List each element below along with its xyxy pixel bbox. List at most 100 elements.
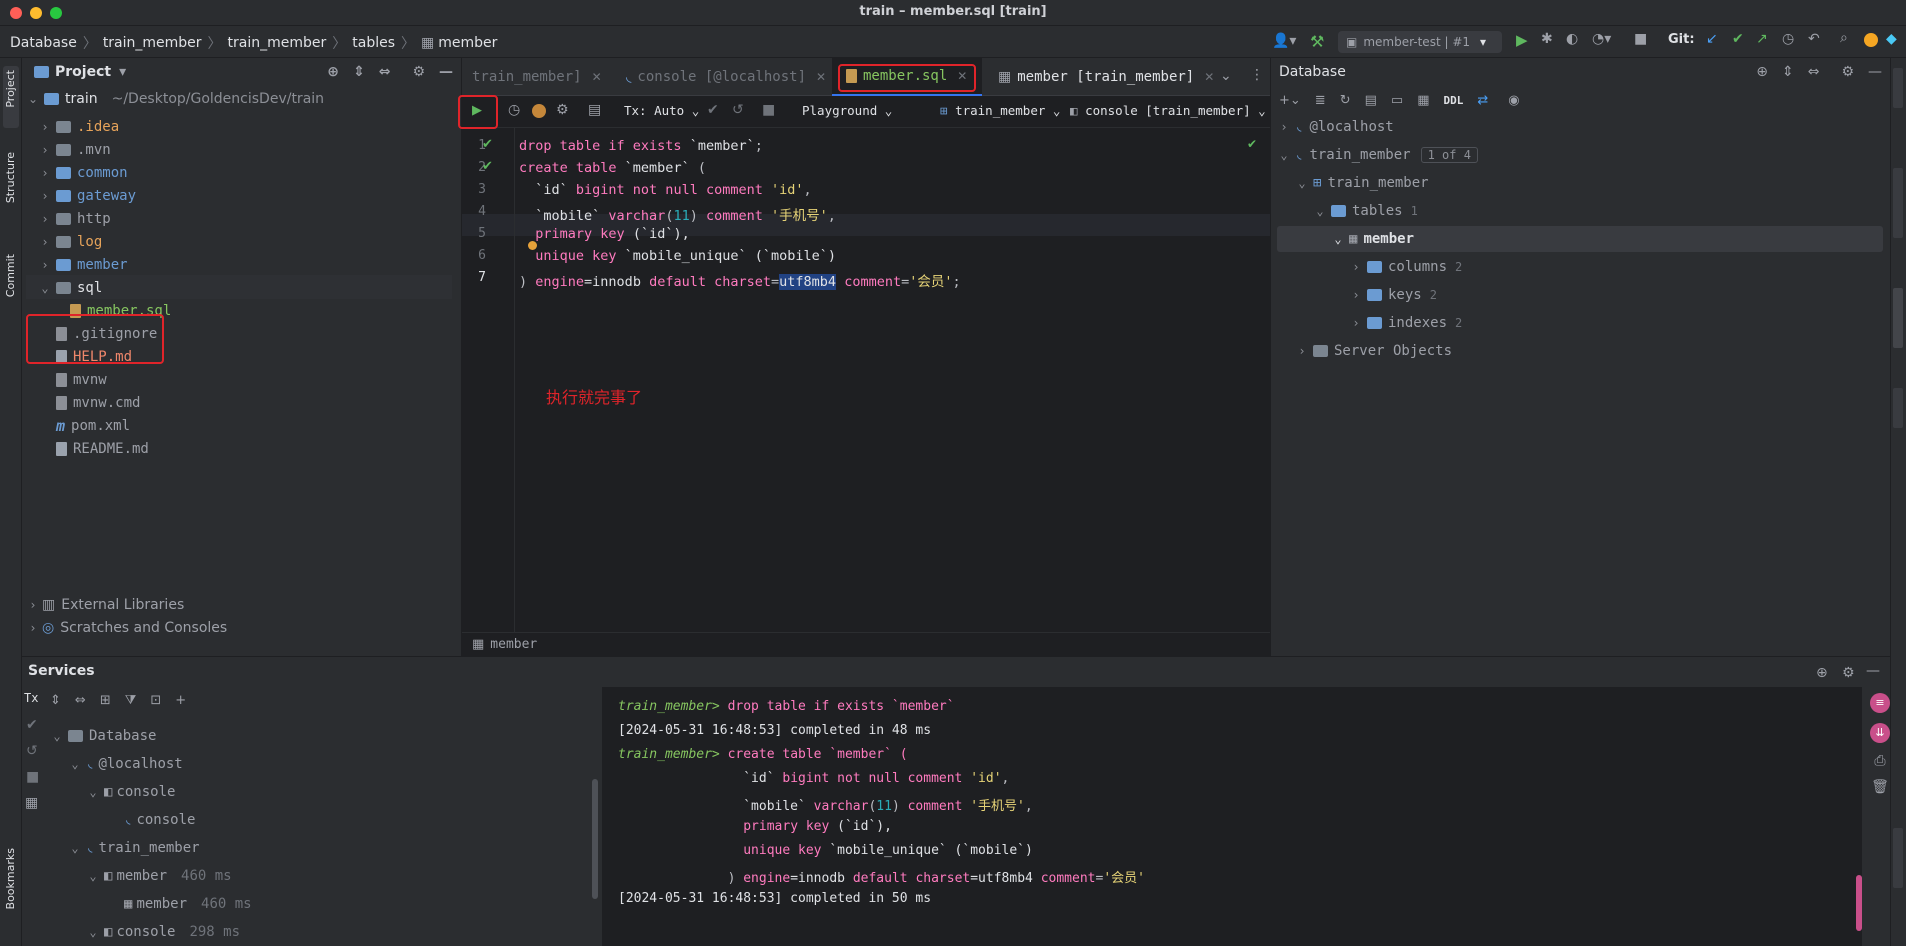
breadcrumb-item-schema[interactable]: train_member [228, 35, 327, 51]
chevron-right-icon[interactable]: › [38, 120, 52, 134]
chevron-right-icon[interactable]: › [38, 189, 52, 203]
chevron-down-icon[interactable]: ⌄ [86, 869, 100, 883]
database-tool-button[interactable] [1893, 288, 1903, 348]
search-icon[interactable]: ⌕ [1840, 30, 1848, 46]
chevron-down-icon[interactable]: ⌄ [26, 92, 40, 106]
run-icon[interactable]: ▶ [1516, 31, 1528, 49]
playground-selector[interactable]: Playground ⌄ [802, 103, 892, 118]
gear-icon[interactable]: ⚙ [1841, 64, 1854, 80]
console-output[interactable]: train_member> drop table if exists `memb… [602, 687, 1862, 946]
expand-all-icon[interactable]: ⇕ [1782, 64, 1794, 80]
run-configuration-selector[interactable]: ▣ member-test | #1 ▾ [1338, 31, 1502, 53]
locate-icon[interactable]: ⊕ [327, 64, 339, 80]
debug-icon[interactable]: ✱ [1541, 31, 1553, 47]
editor-breadcrumb-member[interactable]: member [490, 637, 537, 652]
data-source-properties-icon[interactable]: ≣ [1315, 93, 1326, 108]
diagram-icon[interactable]: ⇄ [1477, 93, 1488, 108]
breadcrumb-item-member[interactable]: member [438, 35, 497, 51]
chevron-right-icon[interactable]: › [38, 258, 52, 272]
scroll-to-end-icon[interactable]: ⇊ [1870, 723, 1890, 743]
chevron-right-icon[interactable]: › [38, 212, 52, 226]
chevron-right-icon[interactable]: › [38, 166, 52, 180]
chevron-down-icon[interactable]: ▾ [119, 64, 126, 80]
tree-item-scratches[interactable]: › ◎ Scratches and Consoles [26, 615, 228, 641]
chevron-down-icon[interactable]: ⌄ [1277, 148, 1291, 162]
services-title[interactable]: Services [28, 663, 95, 679]
services-item-member-table[interactable]: ▦ member 460 ms [120, 891, 252, 917]
notifications-tool-button[interactable] [1893, 828, 1903, 888]
tree-item-member-table[interactable]: ⌄ ▦ member [1331, 226, 1414, 252]
services-item-localhost[interactable]: ⌄ ◟ @localhost [68, 751, 182, 777]
tree-item-columns[interactable]: › columns 2 [1349, 254, 1462, 280]
services-item-console-child[interactable]: ◟ console [120, 807, 195, 833]
chevron-right-icon[interactable]: › [26, 598, 40, 612]
stop-icon[interactable]: ■ [26, 769, 39, 785]
update-icon[interactable] [1864, 33, 1878, 47]
commit-tool-label[interactable]: Commit [4, 254, 17, 297]
chevron-right-icon[interactable]: › [1295, 344, 1309, 358]
chevron-right-icon[interactable]: › [26, 621, 40, 635]
rollback-icon[interactable]: ↶ [1808, 31, 1820, 47]
chevron-down-icon[interactable]: ⌄ [86, 925, 100, 939]
gear-icon[interactable]: ⚙ [1842, 665, 1855, 681]
endpoints-tool-button[interactable] [1893, 68, 1903, 108]
profile-icon[interactable]: ◔▾ [1592, 31, 1611, 47]
more-options-icon[interactable]: ⋮ [1250, 67, 1264, 83]
jump-to-console-icon[interactable]: ▭ [1391, 93, 1403, 108]
history-icon[interactable]: ◷ [508, 102, 520, 118]
chevron-down-icon[interactable]: ⌄ [1331, 232, 1345, 246]
git-push-icon[interactable]: ↗ [1756, 31, 1768, 47]
tab-list-chevron-icon[interactable]: ⌄ [1220, 68, 1232, 84]
chevron-down-icon[interactable]: ⌄ [38, 281, 52, 295]
git-commit-icon[interactable]: ✔ [1732, 31, 1744, 47]
locate-icon[interactable]: ⊕ [1756, 64, 1768, 80]
table-editor-icon[interactable]: ▦ [1417, 93, 1429, 108]
services-item-console2[interactable]: ⌄ ◧ console 298 ms [86, 919, 240, 945]
add-icon[interactable]: + [175, 693, 186, 708]
code-area[interactable]: 1 2 3 4 5 6 7 ✔ ✔ ✔ drop table if exists… [462, 128, 1270, 632]
wrench-icon[interactable]: ⚙ [556, 102, 569, 118]
tab-train-member-console[interactable]: train_member] ✕ [462, 58, 612, 96]
rollback-icon[interactable]: ↺ [732, 102, 744, 118]
group-icon[interactable]: ⊞ [100, 693, 111, 708]
chevron-right-icon[interactable]: › [1349, 260, 1363, 274]
commit-check-icon[interactable]: ✔ [707, 102, 719, 118]
collapse-all-icon[interactable]: ⇔ [1808, 64, 1820, 80]
commit-check-icon[interactable]: ✔ [26, 717, 38, 733]
chevron-right-icon[interactable]: › [38, 235, 52, 249]
tree-item-keys[interactable]: › keys 2 [1349, 282, 1437, 308]
tab-member-table[interactable]: ▦ member [train_member] ✕ [986, 58, 1214, 96]
services-tree-scrollbar[interactable] [592, 779, 598, 899]
chevron-down-icon[interactable]: ⌄ [50, 729, 64, 743]
collapse-all-icon[interactable]: ⇔ [379, 64, 391, 80]
chevron-right-icon[interactable]: › [1277, 120, 1291, 134]
tree-item-server-objects[interactable]: › Server Objects [1295, 338, 1452, 364]
new-tab-icon[interactable]: ⊡ [150, 693, 161, 708]
expand-all-icon[interactable]: ⇕ [50, 693, 61, 708]
gear-icon[interactable]: ⚙ [412, 64, 425, 80]
services-item-console[interactable]: ⌄ ◧ console [86, 779, 175, 805]
layout-icon[interactable]: ▦ [25, 795, 38, 811]
coverage-icon[interactable]: ◐ [1566, 31, 1578, 47]
build-hammer-icon[interactable]: ⚒ [1310, 32, 1324, 51]
tree-item-readme-md[interactable]: README.md [50, 436, 149, 462]
rollback-icon[interactable]: ↺ [26, 743, 38, 759]
chevron-right-icon[interactable]: › [38, 143, 52, 157]
bookmarks-tool-label[interactable]: Bookmarks [4, 848, 17, 909]
project-tool-label[interactable]: Project [4, 70, 17, 108]
ai-assistant-tool-button[interactable] [1893, 168, 1903, 238]
stop-icon[interactable]: ▤ [1365, 93, 1377, 108]
expand-all-icon[interactable]: ⇕ [353, 64, 365, 80]
stop-icon[interactable]: ■ [1634, 31, 1647, 47]
close-icon[interactable]: ✕ [816, 70, 826, 84]
maven-tool-button[interactable] [1893, 388, 1903, 428]
project-panel-title[interactable]: Project [55, 64, 111, 80]
schema-count-badge[interactable]: 1 of 4 [1420, 147, 1478, 163]
database-panel-title[interactable]: Database [1279, 64, 1346, 80]
tree-item-tables[interactable]: ⌄ tables 1 [1313, 198, 1417, 224]
tree-item-schema[interactable]: ⌄ ⊞ train_member [1295, 170, 1428, 196]
chevron-down-icon[interactable]: ⌄ [86, 785, 100, 799]
chevron-down-icon[interactable]: ⌄ [1313, 204, 1327, 218]
soft-wrap-icon[interactable]: ≡ [1870, 693, 1890, 713]
tree-item-indexes[interactable]: › indexes 2 [1349, 310, 1462, 336]
